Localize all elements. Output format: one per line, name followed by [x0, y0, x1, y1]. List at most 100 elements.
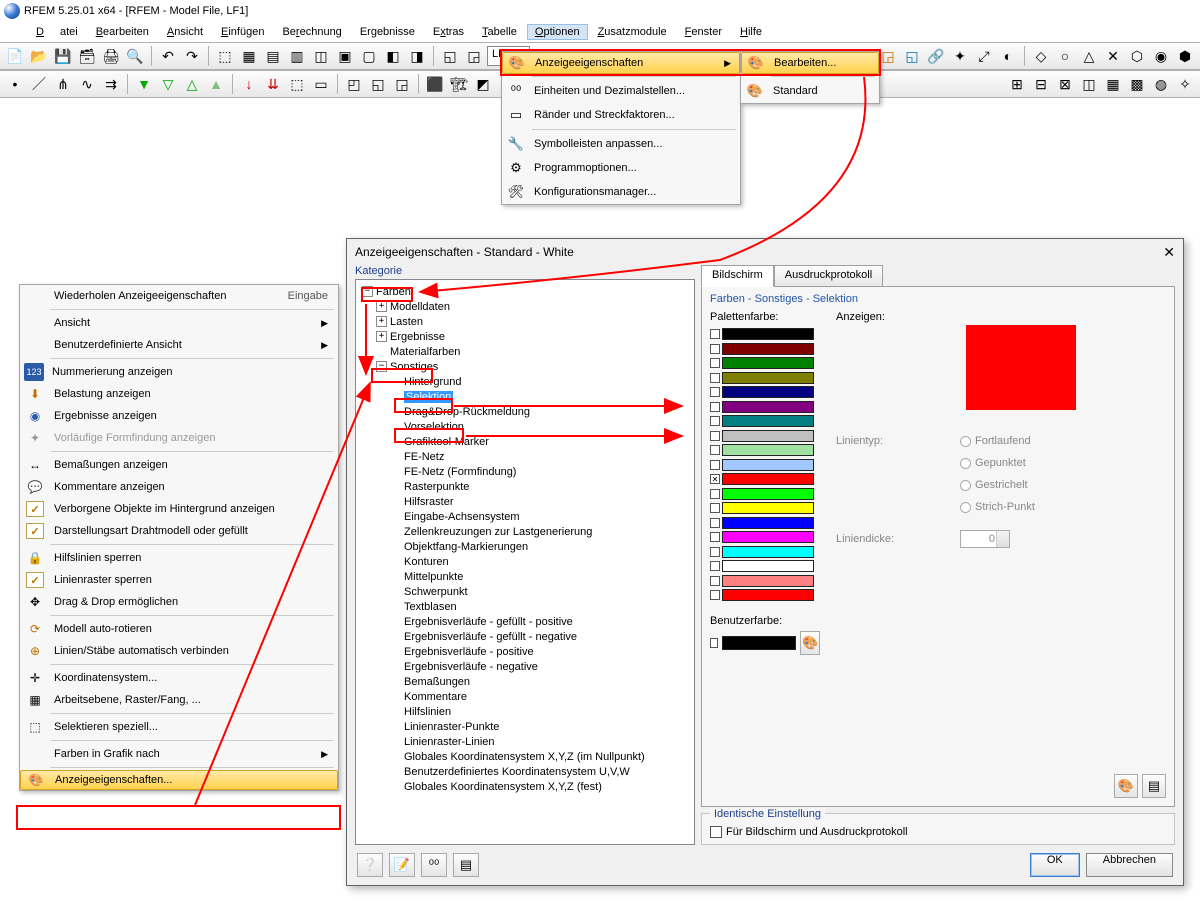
box3-icon[interactable]: ◧ [382, 45, 404, 67]
cm-arbeitsebene[interactable]: ▦Arbeitsebene, Raster/Fang, ... [20, 689, 338, 711]
palette-row[interactable] [710, 545, 820, 560]
cm-verborgene[interactable]: ✓Verborgene Objekte im Hintergrund anzei… [20, 498, 338, 520]
menu-hilfe[interactable]: Hilfe [732, 24, 770, 40]
cm-autorotieren[interactable]: ⟳Modell auto-rotieren [20, 618, 338, 640]
model2-icon[interactable]: 🏗 [448, 73, 470, 95]
tree-item[interactable]: Ergebnisverläufe - positive [358, 644, 692, 659]
palette-row[interactable] [710, 443, 820, 458]
linetype-fortlaufend[interactable]: Fortlaufend [960, 435, 1031, 447]
menu-bearbeiten[interactable]: Bearbeiten [88, 24, 157, 40]
tree-item[interactable]: Globales Koordinatensystem X,Y,Z (im Nul… [358, 749, 692, 764]
box2-icon[interactable]: ▢ [358, 45, 380, 67]
model1-icon[interactable]: ⬛ [424, 73, 446, 95]
submenu-standard[interactable]: 🎨Standard [741, 79, 879, 103]
options-raender[interactable]: ▭Ränder und Streckfaktoren... [502, 103, 740, 127]
cm-belastung[interactable]: ⬇Belastung anzeigen [20, 383, 338, 405]
tree-item[interactable]: Linienraster-Linien [358, 734, 692, 749]
palette-row[interactable] [710, 385, 820, 400]
cube4-icon[interactable]: ◱ [901, 45, 923, 67]
tree-item[interactable]: Ergebnisverläufe - gefüllt - positive [358, 614, 692, 629]
print-icon[interactable]: 🖨 [100, 45, 122, 67]
ok-button[interactable]: OK [1030, 853, 1080, 877]
tree-item[interactable]: Kommentare [358, 689, 692, 704]
curve-icon[interactable]: ∿ [76, 73, 98, 95]
tree-item[interactable]: Ergebnisverläufe - gefüllt - negative [358, 629, 692, 644]
menu-ergebnisse[interactable]: Ergebnisse [352, 24, 423, 40]
palette-row[interactable] [710, 559, 820, 574]
sec3-icon[interactable]: ◲ [391, 73, 413, 95]
new-file-icon[interactable]: 📄 [4, 45, 26, 67]
shape3-icon[interactable]: △ [1078, 45, 1100, 67]
palette-row[interactable] [710, 429, 820, 444]
menu-ansicht[interactable]: Ansicht [159, 24, 211, 40]
tree-item[interactable]: Ergebnisverläufe - negative [358, 659, 692, 674]
palette-row[interactable] [710, 356, 820, 371]
table-icon[interactable]: ▤ [262, 45, 284, 67]
menu-tabelle[interactable]: Tabelle [474, 24, 525, 40]
tree-item[interactable]: Textblasen [358, 599, 692, 614]
modules-icon[interactable]: ◫ [310, 45, 332, 67]
palette-row[interactable] [710, 530, 820, 545]
shape1-icon[interactable]: ◇ [1030, 45, 1052, 67]
saveall-icon[interactable]: 🗃 [76, 45, 98, 67]
palette-tool-icon[interactable]: 🎨 [1114, 774, 1138, 798]
tree-item[interactable]: Linienraster-Punkte [358, 719, 692, 734]
tree-item[interactable]: Hilfsraster [358, 494, 692, 509]
support2-icon[interactable]: ▽ [157, 73, 179, 95]
tree-item[interactable]: Bemaßungen [358, 674, 692, 689]
tree-lasten[interactable]: +Lasten [358, 314, 692, 329]
tree-item[interactable]: Schwerpunkt [358, 584, 692, 599]
save-icon[interactable]: 💾 [52, 45, 74, 67]
list-tool-icon[interactable]: ▤ [1142, 774, 1166, 798]
line-icon[interactable]: ／ [28, 73, 50, 95]
nav-icon[interactable]: ⬚ [214, 45, 236, 67]
menu-einfuegen[interactable]: Einfügen [213, 24, 272, 40]
tree-ergebnisse[interactable]: +Ergebnisse [358, 329, 692, 344]
liniendicke-stepper[interactable]: 0 [960, 530, 1010, 548]
options-programmoptionen[interactable]: ⚙Programmoptionen... [502, 156, 740, 180]
redo-icon[interactable]: ↷ [181, 45, 203, 67]
tab-ausdruckprotokoll[interactable]: Ausdruckprotokoll [774, 265, 883, 287]
palette-row[interactable] [710, 342, 820, 357]
user-color-swatch[interactable] [722, 636, 796, 650]
scale-icon[interactable]: ⤢ [973, 45, 995, 67]
tree-item[interactable]: Benutzerdefiniertes Koordinatensystem U,… [358, 764, 692, 779]
palette-row[interactable] [710, 458, 820, 473]
support3-icon[interactable]: △ [181, 73, 203, 95]
close-icon[interactable]: ✕ [1163, 244, 1175, 261]
cancel-button[interactable]: Abbrechen [1086, 853, 1173, 877]
tree-item[interactable]: FE-Netz [358, 449, 692, 464]
tree-item[interactable]: Eingabe-Achsensystem [358, 509, 692, 524]
shape6-icon[interactable]: ◉ [1150, 45, 1172, 67]
tree-item[interactable]: Mittelpunkte [358, 569, 692, 584]
cm-dragdrop[interactable]: ✥Drag & Drop ermöglichen [20, 591, 338, 613]
misc1-icon[interactable]: ◐ [997, 45, 1019, 67]
cm-kommentare[interactable]: 💬Kommentare anzeigen [20, 476, 338, 498]
options-konfigmanager[interactable]: 🛠Konfigurationsmanager... [502, 180, 740, 204]
palette[interactable]: ✕ [710, 327, 820, 603]
res3-icon[interactable]: ⊠ [1054, 73, 1076, 95]
cm-koordinatensystem[interactable]: ✛Koordinatensystem... [20, 667, 338, 689]
palette-row[interactable] [710, 327, 820, 342]
cm-ansicht[interactable]: Ansicht▶ [20, 312, 338, 334]
cm-hilfslinien-sperren[interactable]: 🔒Hilfslinien sperren [20, 547, 338, 569]
support4-icon[interactable]: ▲ [205, 73, 227, 95]
linetype-gepunktet[interactable]: Gepunktet [960, 457, 1026, 469]
tree-item[interactable]: Hilfslinien [358, 704, 692, 719]
help-button[interactable]: ❔ [357, 853, 383, 877]
palette-row[interactable] [710, 414, 820, 429]
link-icon[interactable]: 🔗 [925, 45, 947, 67]
cm-wiederholen[interactable]: Wiederholen AnzeigeeigenschaftenEingabe [20, 285, 338, 307]
tree-item[interactable]: Objektfang-Markierungen [358, 539, 692, 554]
cube2-icon[interactable]: ◲ [463, 45, 485, 67]
linetype-gestrichelt[interactable]: Gestrichelt [960, 479, 1028, 491]
palette-row[interactable] [710, 501, 820, 516]
linetype-strichpunkt[interactable]: Strich-Punkt [960, 501, 1035, 513]
shape7-icon[interactable]: ⬢ [1174, 45, 1196, 67]
load3-icon[interactable]: ⬚ [286, 73, 308, 95]
res8-icon[interactable]: ✧ [1174, 73, 1196, 95]
menu-berechnung[interactable]: Berechnung [274, 24, 349, 40]
cm-ergebnisse[interactable]: ◉Ergebnisse anzeigen [20, 405, 338, 427]
cm-bemassungen[interactable]: ↔Bemaßungen anzeigen [20, 454, 338, 476]
color-picker-button[interactable]: 🎨 [800, 631, 820, 655]
